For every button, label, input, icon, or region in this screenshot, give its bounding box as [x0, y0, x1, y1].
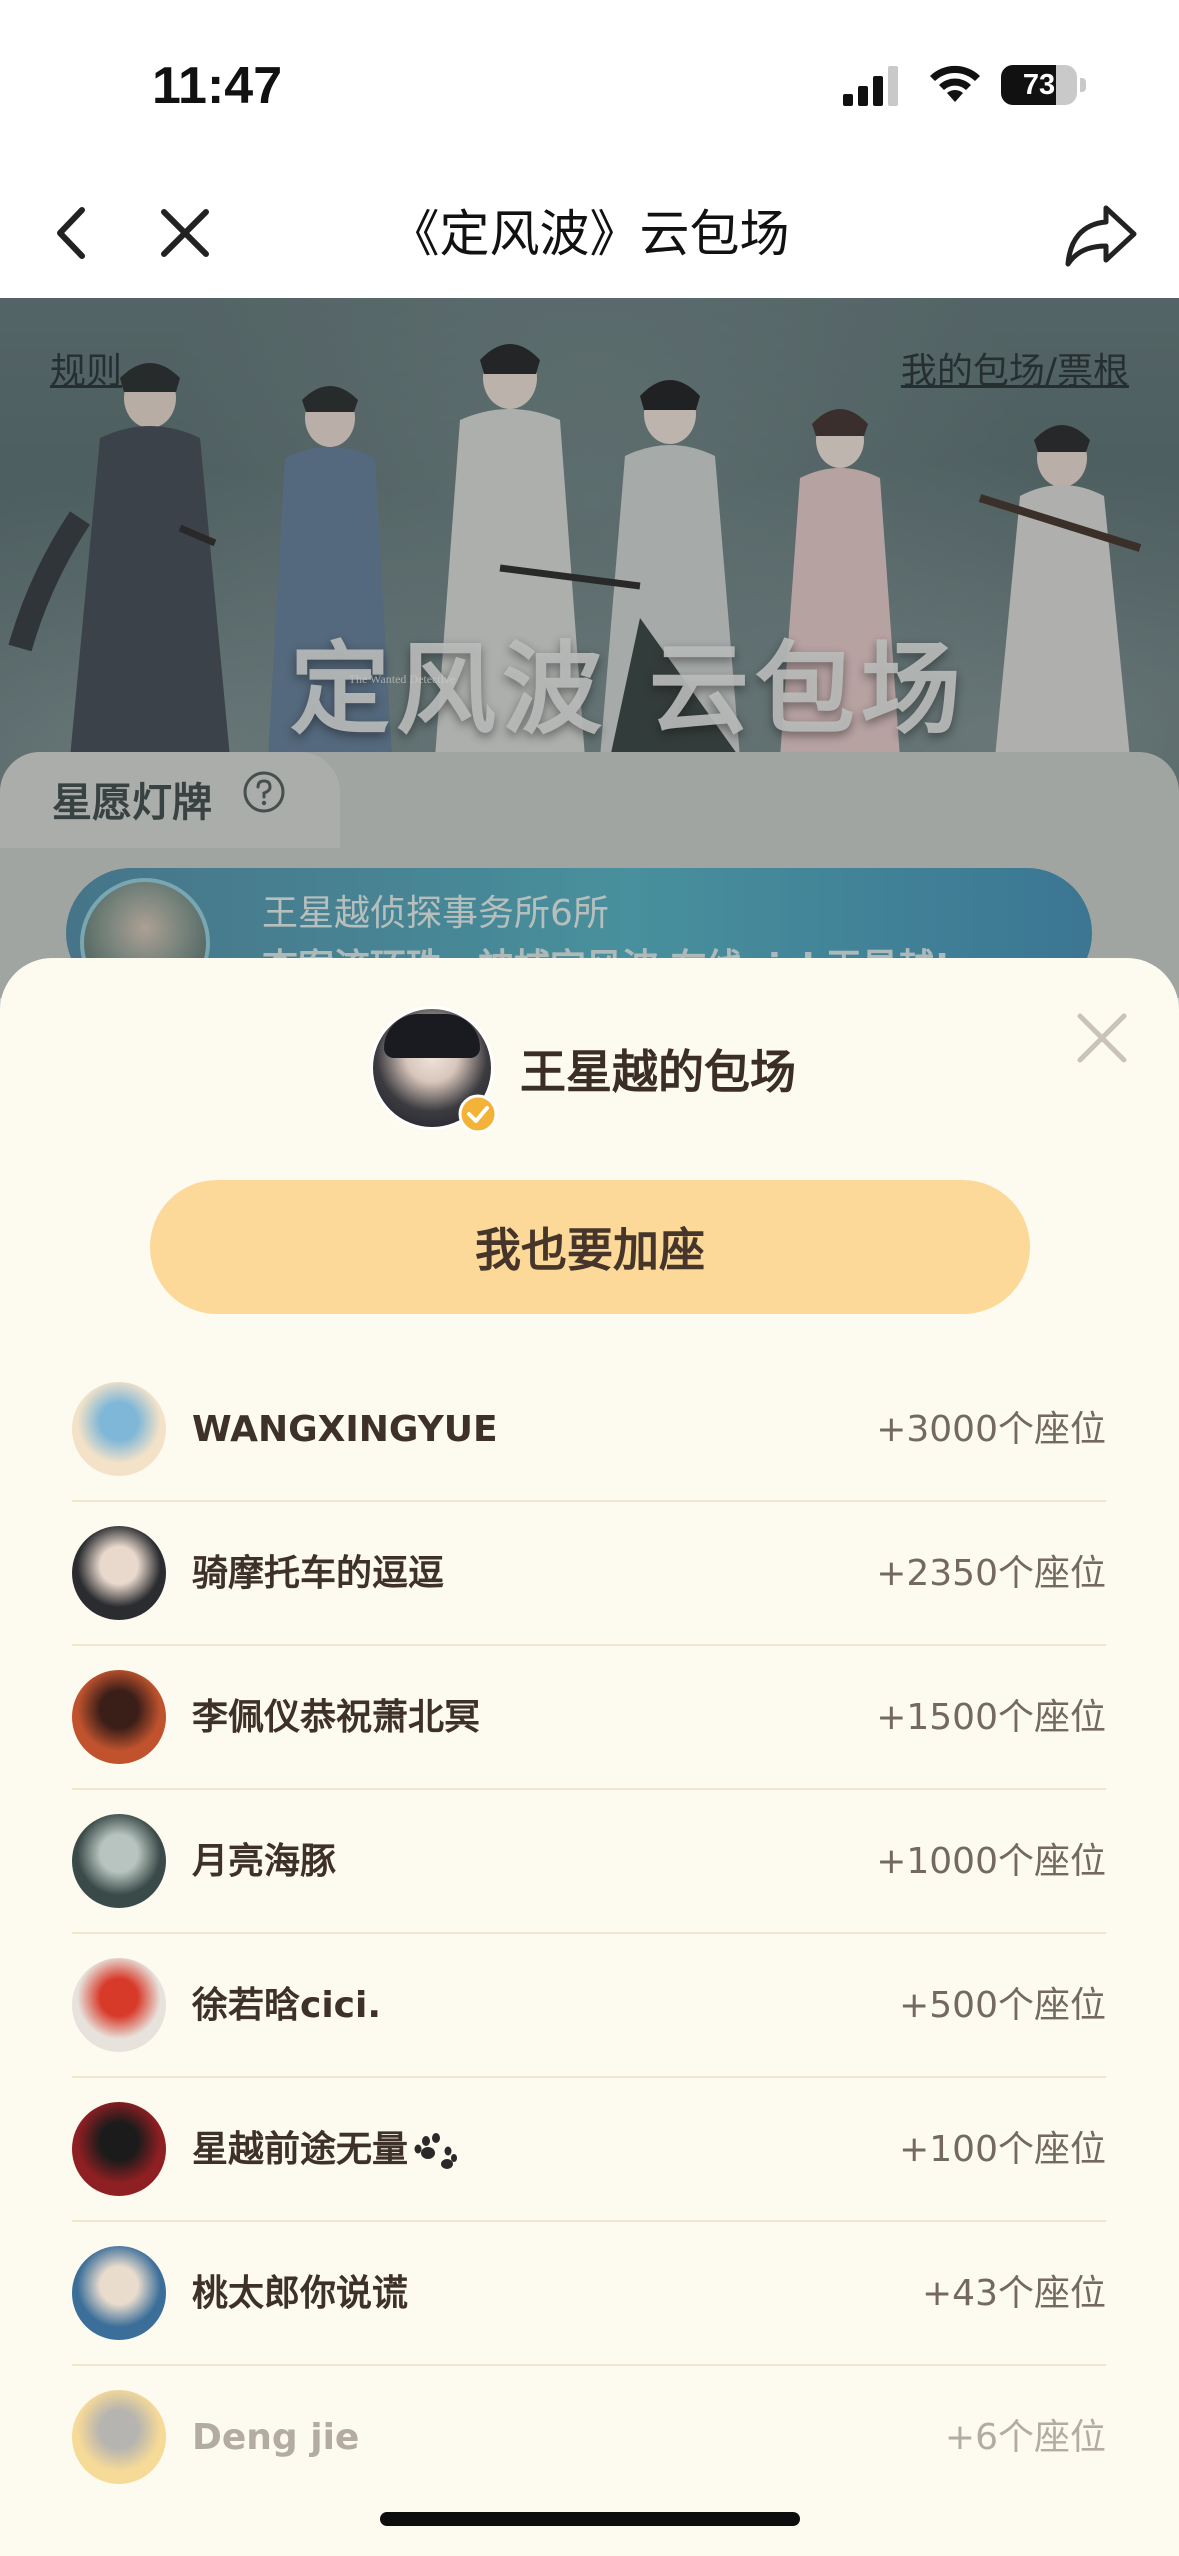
seat-count: +6个座位: [944, 2417, 1106, 2458]
battery-level: 73: [1022, 69, 1056, 101]
nav-bar: 《定风波》云包场: [0, 170, 1179, 298]
avatar[interactable]: [72, 2390, 166, 2484]
status-bar: 11:47 73: [0, 0, 1179, 170]
status-icons: 73: [843, 62, 1093, 108]
home-indicator[interactable]: [380, 2512, 800, 2526]
supporter-name: Deng jie: [192, 2417, 360, 2458]
supporter-name: WANGXINGYUE: [192, 1409, 498, 1450]
seat-count: +100个座位: [899, 2129, 1106, 2170]
avatar[interactable]: [72, 2102, 166, 2196]
supporter-name: 月亮海豚: [192, 1841, 337, 1882]
supporter-row[interactable]: WANGXINGYUE +3000个座位: [72, 1358, 1106, 1502]
share-icon[interactable]: [1064, 202, 1138, 268]
dim-overlay[interactable]: [0, 298, 1179, 998]
supporter-name: 徐若晗cici.: [192, 1985, 382, 2026]
supporter-name: 桃太郎你说谎: [192, 2273, 409, 2314]
back-icon[interactable]: [40, 200, 106, 266]
seat-count: +43个座位: [922, 2273, 1106, 2314]
supporter-row[interactable]: Deng jie +6个座位: [72, 2366, 1106, 2510]
supporter-row[interactable]: 骑摩托车的逗逗 +2350个座位: [72, 1502, 1106, 1646]
supporter-name: 李佩仪恭祝萧北冥: [192, 1697, 481, 1738]
avatar[interactable]: [72, 1670, 166, 1764]
avatar[interactable]: [72, 1526, 166, 1620]
wifi-icon: [930, 65, 980, 102]
sheet-close-icon[interactable]: [1070, 1006, 1134, 1070]
avatar[interactable]: [72, 1382, 166, 1476]
seat-count: +3000个座位: [876, 1409, 1106, 1450]
verified-badge-icon: [458, 1094, 498, 1134]
avatar[interactable]: [72, 1814, 166, 1908]
seat-count: +1000个座位: [876, 1841, 1106, 1882]
supporter-name: 星越前途无量: [192, 2078, 460, 2222]
close-icon[interactable]: [152, 200, 218, 266]
battery-icon: 73: [1001, 65, 1089, 105]
avatar[interactable]: [72, 2246, 166, 2340]
host-name: 王星越的包场: [520, 1045, 796, 1099]
supporter-row[interactable]: 徐若晗cici. +500个座位: [72, 1934, 1106, 2078]
paw-icon: [414, 2133, 458, 2169]
status-time: 11:47: [152, 57, 283, 115]
seat-count: +1500个座位: [876, 1697, 1106, 1738]
supporter-list: WANGXINGYUE +3000个座位骑摩托车的逗逗 +2350个座位李佩仪恭祝萧…: [72, 1358, 1106, 2510]
supporter-row[interactable]: 桃太郎你说谎 +43个座位: [72, 2222, 1106, 2366]
supporter-row[interactable]: 星越前途无量 +100个座位: [72, 2078, 1106, 2222]
join-seat-button[interactable]: 我也要加座: [150, 1180, 1030, 1314]
seat-count: +500个座位: [899, 1985, 1106, 2026]
avatar[interactable]: [72, 1958, 166, 2052]
supporter-row[interactable]: 月亮海豚 +1000个座位: [72, 1790, 1106, 1934]
signal-icon: [843, 66, 898, 106]
seat-count: +2350个座位: [876, 1553, 1106, 1594]
supporter-name: 骑摩托车的逗逗: [192, 1553, 445, 1594]
supporter-row[interactable]: 李佩仪恭祝萧北冥 +1500个座位: [72, 1646, 1106, 1790]
